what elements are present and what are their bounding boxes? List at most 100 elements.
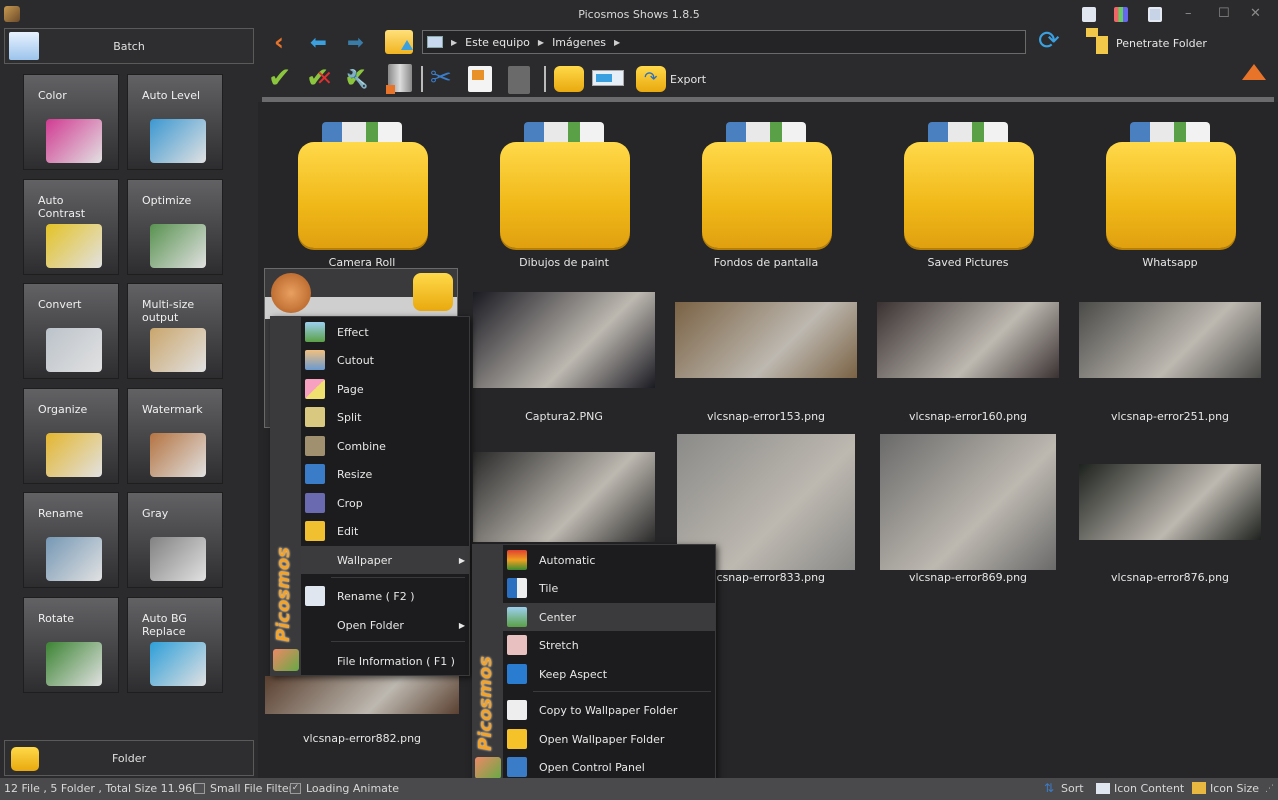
file-name: vlcsnap-error160.png <box>908 410 1028 423</box>
tile-convert[interactable]: Convert <box>23 283 119 380</box>
menu-item-keep-aspect[interactable]: Keep Aspect <box>503 660 715 688</box>
penetrate-folder-label[interactable]: Penetrate Folder <box>1116 37 1207 50</box>
penetrate-folder-icon[interactable] <box>1086 28 1110 54</box>
tile-rotate[interactable]: Rotate <box>23 597 119 693</box>
folder-icon <box>298 142 428 248</box>
forward-arrow-icon[interactable]: ➡ <box>347 32 364 52</box>
file-summary: 12 File , 5 Folder , Total Size 11.96M <box>4 782 202 795</box>
menu-item-rename-f2[interactable]: Rename ( F2 ) <box>301 582 469 610</box>
menu-item-stretch[interactable]: Stretch <box>503 631 715 659</box>
small-file-filter-checkbox[interactable] <box>194 783 205 794</box>
tile-auto-level[interactable]: Auto Level <box>127 74 223 170</box>
cut-icon[interactable]: ✂ <box>430 63 452 93</box>
copy-icon[interactable] <box>468 66 492 92</box>
icon-content-icon[interactable] <box>1096 783 1110 794</box>
close-button[interactable]: ✕ <box>1250 6 1261 21</box>
menu-item-automatic[interactable]: Automatic <box>503 546 715 574</box>
menu-item-label: Edit <box>337 524 359 538</box>
color-grid-icon[interactable] <box>1114 7 1128 22</box>
folder-icon <box>904 142 1034 248</box>
breadcrumb-item[interactable]: Este equipo <box>465 36 530 49</box>
collapse-up-icon[interactable] <box>1242 64 1266 80</box>
document-icon[interactable] <box>1082 7 1096 22</box>
tile-auto-bg-replace[interactable]: Auto BG Replace <box>127 597 223 693</box>
menu-item-wallpaper[interactable]: Wallpaper ▶ <box>301 546 469 574</box>
sort-icon[interactable]: ⇅ <box>1044 781 1054 795</box>
tile-watermark[interactable]: Watermark <box>127 387 223 484</box>
rename-field-icon[interactable] <box>592 70 624 86</box>
menu-item-label: Resize <box>337 467 373 481</box>
new-folder-icon[interactable] <box>554 66 584 92</box>
tile-organize[interactable]: Organize <box>23 387 119 484</box>
menu-item-page[interactable]: Page <box>301 375 469 403</box>
menu-item-copy-to-wallpaper-folder[interactable]: Copy to Wallpaper Folder <box>503 696 715 724</box>
picosmos-logo-icon <box>475 757 501 779</box>
icon-size-button[interactable]: Icon Size <box>1210 782 1259 795</box>
export-icon[interactable]: ↷ <box>636 66 666 92</box>
folder-item[interactable]: Camera Roll <box>262 110 462 270</box>
export-folder-icon[interactable] <box>413 273 453 311</box>
menu-item-combine[interactable]: Combine <box>301 432 469 460</box>
folder-item[interactable]: Fondos de pantalla <box>666 110 866 270</box>
uncheck-icon[interactable]: ✔ ✕ <box>306 62 333 94</box>
file-name: Captura2.PNG <box>525 410 603 423</box>
icon-size-icon[interactable] <box>1192 782 1206 794</box>
crumb-separator[interactable]: ▶ <box>614 38 620 47</box>
tile-rename[interactable]: Rename <box>23 492 119 589</box>
menu-item-tile[interactable]: Tile <box>503 574 715 602</box>
address-bar[interactable]: ▶ Este equipo ▶ Imágenes ▶ <box>422 30 1026 54</box>
menu-item-center[interactable]: Center <box>503 603 715 631</box>
tile-multi-size-output[interactable]: Multi-size output <box>127 283 223 380</box>
folder-up-icon[interactable] <box>385 30 413 54</box>
folder-item[interactable]: Whatsapp <box>1070 110 1270 270</box>
menu-item-open-wallpaper-folder[interactable]: Open Wallpaper Folder <box>503 725 715 753</box>
maximize-button[interactable]: ☐ <box>1218 6 1230 21</box>
cutout-icon <box>305 350 325 370</box>
menu-item-split[interactable]: Split <box>301 403 469 431</box>
menu-item-resize[interactable]: Resize <box>301 460 469 488</box>
menu-item-open-control-panel[interactable]: Open Control Panel <box>503 753 715 781</box>
invert-check-icon[interactable]: ✔ 🔧 <box>344 62 368 94</box>
monitor-icon[interactable] <box>1148 7 1162 22</box>
tile-gray[interactable]: Gray <box>127 492 223 589</box>
menu-item-open-folder[interactable]: Open Folder ▶ <box>301 611 469 639</box>
folder-item[interactable]: Dibujos de paint <box>464 110 664 270</box>
refresh-icon[interactable]: ⟳ <box>1038 28 1060 54</box>
paste-icon[interactable] <box>508 66 530 94</box>
tile-optimize[interactable]: Optimize <box>127 178 223 275</box>
menu-item-effect[interactable]: Effect <box>301 318 469 346</box>
menu-item-label: Copy to Wallpaper Folder <box>539 703 678 717</box>
monitor-auto-icon <box>507 550 527 570</box>
menu-separator <box>533 691 711 692</box>
back-arrow-icon[interactable]: ⬅ <box>310 32 327 52</box>
export-label[interactable]: Export <box>670 73 706 86</box>
loading-animate-checkbox[interactable]: ✓ <box>290 783 301 794</box>
file-name: vlcsnap-error882.png <box>302 732 422 745</box>
tile-color[interactable]: Color <box>23 74 119 170</box>
tile-auto-contrast[interactable]: Auto Contrast <box>23 178 119 275</box>
menu-item-file-information-f1[interactable]: File Information ( F1 ) <box>301 647 469 675</box>
check-icon[interactable]: ✔ <box>268 62 291 94</box>
tile-label: Optimize <box>142 193 192 207</box>
multi-size-icon <box>150 328 206 373</box>
color-palette-icon <box>46 119 102 163</box>
file-thumbnail <box>877 302 1059 378</box>
back-chevron-icon[interactable]: ‹ <box>274 30 284 54</box>
sort-button[interactable]: Sort <box>1061 782 1084 795</box>
menu-item-label: Combine <box>337 439 386 453</box>
folder-item[interactable]: Saved Pictures <box>868 110 1068 270</box>
menu-item-cutout[interactable]: Cutout <box>301 346 469 374</box>
minimize-button[interactable]: – <box>1185 6 1192 21</box>
icon-content-button[interactable]: Icon Content <box>1114 782 1184 795</box>
delete-icon[interactable] <box>386 64 412 94</box>
resize-grip-icon[interactable]: ⋰ <box>1265 784 1274 794</box>
batch-button[interactable]: Batch <box>4 28 254 64</box>
small-file-filter-label[interactable]: Small File Filter <box>210 782 293 795</box>
folder-icon <box>1106 142 1236 248</box>
breadcrumb-item[interactable]: Imágenes <box>552 36 606 49</box>
menu-item-crop[interactable]: Crop <box>301 489 469 517</box>
loading-animate-label[interactable]: Loading Animate <box>306 782 399 795</box>
folder-button[interactable]: Folder <box>4 740 254 776</box>
control-panel-icon <box>507 757 527 777</box>
menu-item-edit[interactable]: Edit <box>301 517 469 545</box>
